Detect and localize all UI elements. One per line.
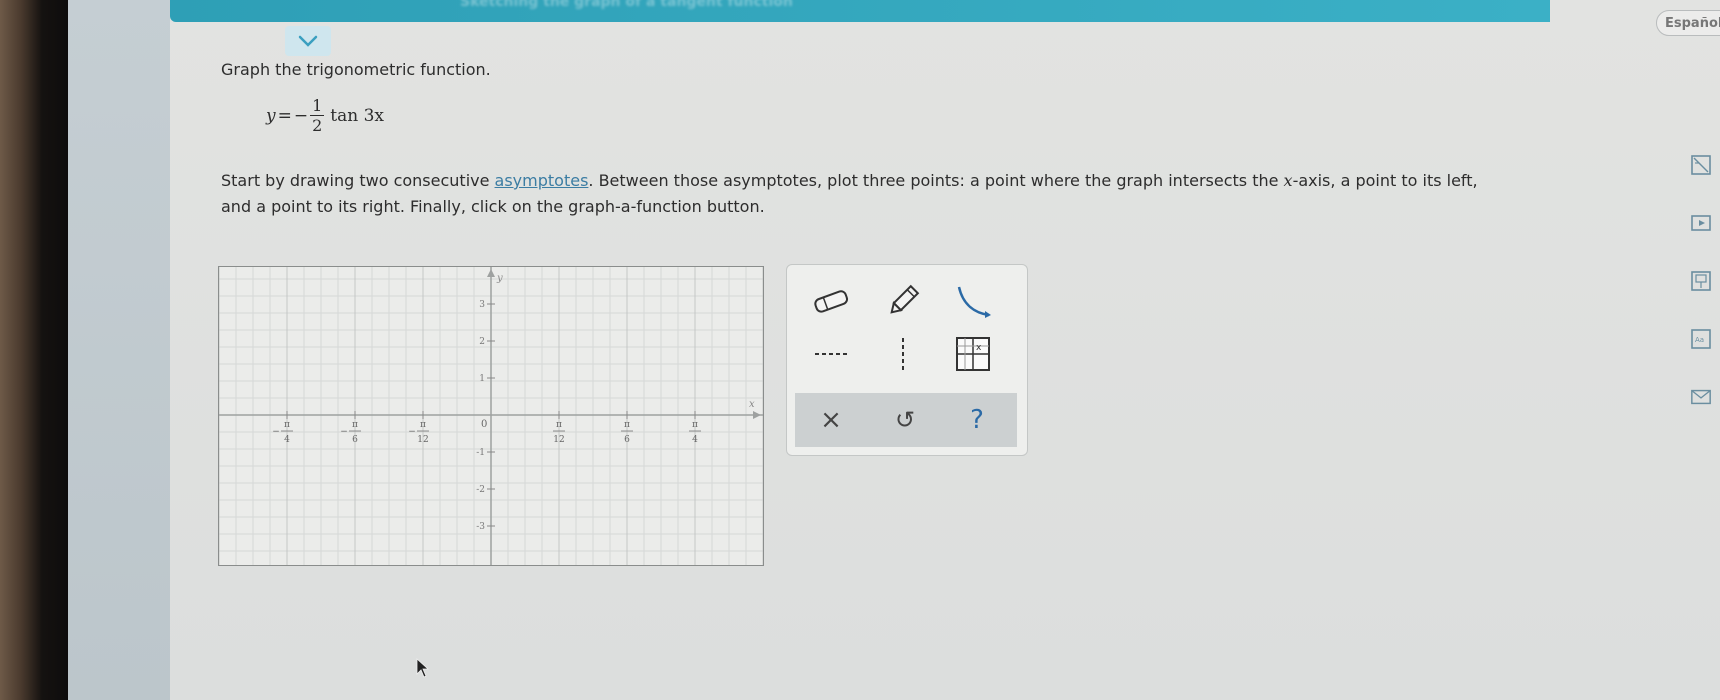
equation: y = − 1 2 tan 3x [266,96,384,135]
x-tick-sign: − [340,427,348,437]
chevron-down-icon [298,35,318,47]
x-tick-denominator: 12 [553,435,564,445]
mouse-cursor-icon [416,658,430,678]
graph-function-tool-button[interactable] [949,279,997,323]
y-tick-label: -3 [476,522,485,532]
x-tick-numerator: π [284,420,290,430]
y-tick-label: -2 [476,485,485,495]
play-video-icon [1691,215,1711,231]
problem-instruction: Graph the trigonometric function. [221,60,491,79]
dashed-line-icon [815,353,847,355]
x-tick-numerator: π [352,420,358,430]
directions-text: -axis, a point to its left, [1292,171,1478,190]
x-axis-label: x [749,399,755,410]
x-tick-sign: − [408,427,416,437]
equation-fraction: 1 2 [310,96,325,135]
pencil-icon [890,284,920,314]
y-tick-label: 2 [479,337,485,347]
y-tick-label: -1 [476,448,485,458]
eraser-icon [814,290,849,313]
text-size-button[interactable]: Aa [1690,328,1712,350]
y-axis-arrow [487,269,495,277]
y-tick-label: 3 [479,300,485,310]
x-tick-denominator: 4 [692,435,698,445]
coordinate-grid[interactable]: xy0π4−π6−π12−π12π6π4321-1-2-3 [218,267,764,565]
problem-directions: Start by drawing two consecutive asympto… [221,168,1621,220]
equation-rhs: tan 3x [330,105,385,126]
language-button[interactable]: Español [1656,10,1720,36]
help-button[interactable]: ? [955,399,999,441]
vertical-asymptote-tool-button[interactable] [879,333,927,375]
fraction-denominator: 2 [312,116,323,135]
top-banner: Sketching the graph of a tangent functio… [170,0,1550,22]
x-tick-denominator: 12 [417,435,428,445]
book-icon [1691,271,1711,291]
graphing-area[interactable]: x y 0 π 4− π 6− π 12− π 12 π 6 π 4 3 2 1 -1 -2 -3 [218,266,764,566]
x-tick-denominator: 6 [352,435,358,445]
y-axis-label: y [496,273,503,284]
svg-text:Aa: Aa [1695,336,1704,344]
directions-text-line2: and a point to its right. Finally, click… [221,197,765,216]
x-tick-numerator: π [420,420,426,430]
envelope-icon [1691,389,1711,405]
graphing-toolbar: x × ↺ ? [786,264,1028,456]
text-size-icon: Aa [1691,329,1711,349]
ebook-button[interactable] [1690,270,1712,292]
x-tick-numerator: π [692,420,698,430]
y-tick-label: 1 [479,374,485,384]
left-side-panel [68,0,170,700]
directions-x-variable: x [1283,171,1293,190]
screen-bezel [0,0,70,700]
x-tick-denominator: 6 [624,435,630,445]
pencil-tool-button[interactable] [879,279,927,323]
x-tick-denominator: 4 [284,435,290,445]
asymptote-tool-button[interactable] [807,337,855,371]
origin-label: 0 [481,419,487,430]
table-icon: x [956,337,990,371]
equation-equals: = [277,105,292,126]
curve-icon [957,286,991,318]
x-tick-numerator: π [556,420,562,430]
email-button[interactable] [1690,386,1712,408]
svg-text:x: x [976,343,982,353]
undo-button[interactable]: ↺ [883,399,927,441]
x-axis-arrow [753,411,761,419]
directions-text: . Between those asymptotes, plot three p… [588,171,1284,190]
eraser-tool-button[interactable] [807,281,855,321]
calculator-button[interactable] [1690,154,1712,176]
collapse-toggle-button[interactable] [285,26,331,56]
x-tick-sign: − [272,427,280,437]
equation-lhs: y [266,105,276,126]
calculator-icon [1691,155,1711,175]
equation-sign: − [293,105,309,126]
x-tick-numerator: π [624,420,630,430]
vertical-dashed-line-icon [902,338,904,370]
table-tool-button[interactable]: x [949,333,997,375]
asymptotes-link[interactable]: asymptotes [495,171,589,190]
toolbar-actions: × ↺ ? [795,393,1017,447]
fraction-numerator: 1 [312,96,323,115]
banner-title: Sketching the graph of a tangent functio… [460,0,793,10]
video-button[interactable] [1690,212,1712,234]
clear-button[interactable]: × [809,399,853,441]
directions-text: Start by drawing two consecutive [221,171,495,190]
